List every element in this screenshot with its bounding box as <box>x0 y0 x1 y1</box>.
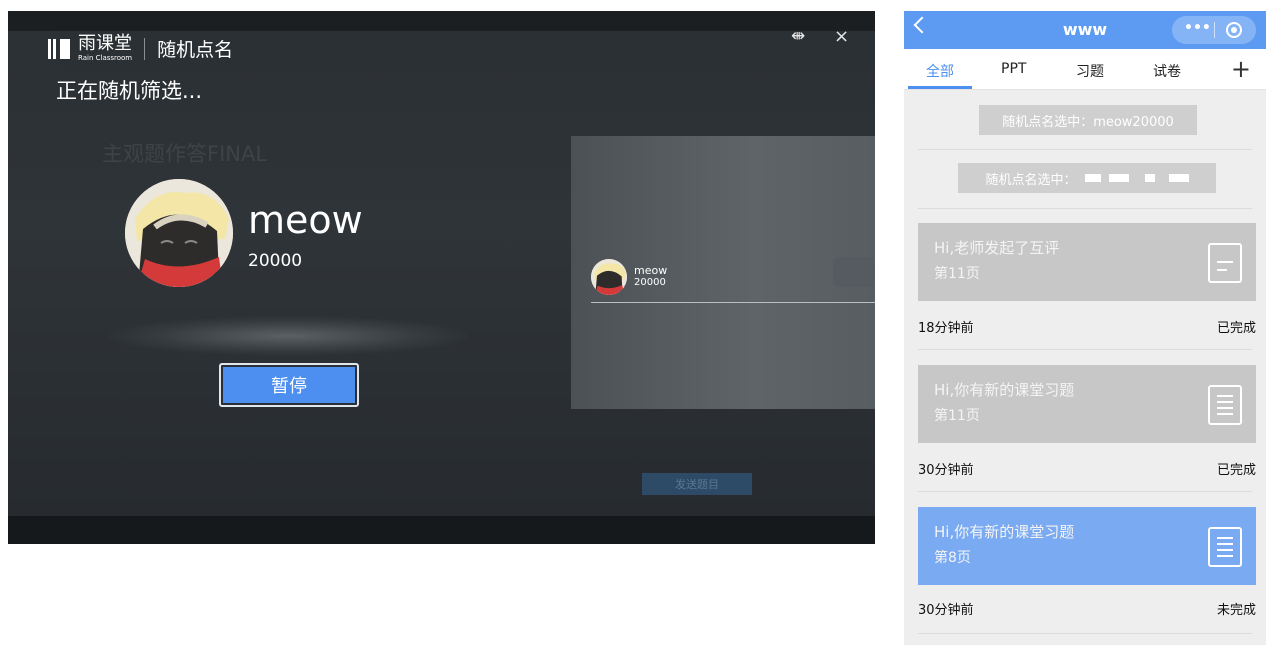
divider <box>918 208 1252 209</box>
card-status: 已完成 <box>1216 321 1256 336</box>
divider <box>918 491 1252 492</box>
shrink-icon[interactable]: ⇼ <box>791 26 805 46</box>
card-page: 第11页 <box>934 266 980 282</box>
preview-user-id: 20000 <box>634 277 666 289</box>
window-bottom-bar <box>8 516 875 544</box>
selected-user-name: meow <box>248 198 363 242</box>
message-card[interactable]: Hi,老师发起了互评 第11页 <box>918 223 1256 301</box>
message-card[interactable]: Hi,你有新的课堂习题 第8页 <box>918 507 1256 585</box>
tab-all[interactable]: 全部 <box>926 61 954 81</box>
card-title: Hi,老师发起了互评 <box>934 239 1060 257</box>
question-title: 主观题作答FINAL <box>102 142 268 166</box>
add-icon[interactable]: + <box>1231 55 1251 83</box>
window-title: 随机点名 <box>157 39 234 61</box>
selected-user-id: 20000 <box>248 251 303 271</box>
roll-call-notice-label: 随机点名选中： <box>985 172 1077 188</box>
tab-ppt[interactable]: PPT <box>1001 61 1026 77</box>
redaction-mark <box>1168 174 1189 182</box>
card-page: 第11页 <box>934 408 980 424</box>
peer-review-icon <box>1208 243 1242 283</box>
close-icon[interactable]: × <box>834 26 849 47</box>
tab-exercises[interactable]: 习题 <box>1076 61 1104 81</box>
brand-name-cn: 雨课堂 <box>78 33 132 54</box>
redaction-mark <box>1108 174 1129 182</box>
nav-bar: www ••• <box>904 11 1266 49</box>
card-meta: 30分钟前 已完成 <box>918 459 1256 478</box>
redaction-mark <box>1144 174 1155 182</box>
brand-name: 雨课堂 Rain Classroom <box>78 35 132 62</box>
card-status: 未完成 <box>1216 603 1256 618</box>
mini-program-capsule: ••• <box>1172 16 1256 44</box>
card-time: 18分钟前 <box>918 321 974 336</box>
divider <box>918 633 1252 634</box>
document-icon <box>1208 527 1242 567</box>
preview-divider <box>591 302 875 303</box>
card-title: Hi,你有新的课堂习题 <box>934 523 1075 541</box>
mobile-app-view: www ••• 全部 PPT 习题 试卷 + 随机点名选中：meow20000 … <box>904 11 1266 645</box>
brand-name-en: Rain Classroom <box>78 54 133 62</box>
card-meta: 18分钟前 已完成 <box>918 317 1256 336</box>
random-call-window: 雨课堂 Rain Classroom 随机点名 ⇼ × 正在随机筛选... 主观… <box>8 11 875 544</box>
window-top-bar <box>8 11 875 31</box>
selected-user-avatar <box>125 179 233 287</box>
message-card[interactable]: Hi,你有新的课堂习题 第11页 <box>918 365 1256 443</box>
card-title: Hi,你有新的课堂习题 <box>934 381 1075 399</box>
pause-button-label: 暂停 <box>223 367 355 403</box>
preview-user-name: meow <box>634 264 668 277</box>
roll-call-notice: 随机点名选中：meow20000 <box>979 105 1197 135</box>
pause-button[interactable]: 暂停 <box>219 363 359 407</box>
tab-exams[interactable]: 试卷 <box>1153 61 1181 81</box>
spotlight-stage <box>108 316 468 356</box>
card-status: 已完成 <box>1216 463 1256 478</box>
card-time: 30分钟前 <box>918 603 974 618</box>
card-page: 第8页 <box>934 550 971 566</box>
slide-preview-panel: meow 20000 <box>571 136 875 409</box>
brand-separator <box>144 37 146 60</box>
capsule-divider <box>1214 22 1215 38</box>
rain-classroom-logo-icon <box>48 37 70 61</box>
redaction-mark <box>1084 174 1101 182</box>
roll-call-notice-masked: 随机点名选中： <box>958 163 1216 193</box>
preview-user-avatar <box>591 259 627 295</box>
status-text: 正在随机筛选... <box>56 79 203 103</box>
card-time: 30分钟前 <box>918 463 974 478</box>
brand-header: 雨课堂 Rain Classroom 随机点名 <box>48 35 233 62</box>
divider <box>918 349 1252 350</box>
close-target-icon[interactable] <box>1226 22 1242 38</box>
tab-bar: 全部 PPT 习题 试卷 + <box>904 49 1266 90</box>
document-icon <box>1208 385 1242 425</box>
more-icon[interactable]: ••• <box>1184 20 1211 36</box>
active-tab-indicator <box>908 86 972 89</box>
preview-user-info: meow 20000 <box>634 264 668 289</box>
send-question-button[interactable]: 发送题目 <box>642 473 752 495</box>
divider <box>918 149 1252 150</box>
card-meta: 30分钟前 未完成 <box>918 599 1256 618</box>
preview-panel-tab <box>833 257 875 287</box>
